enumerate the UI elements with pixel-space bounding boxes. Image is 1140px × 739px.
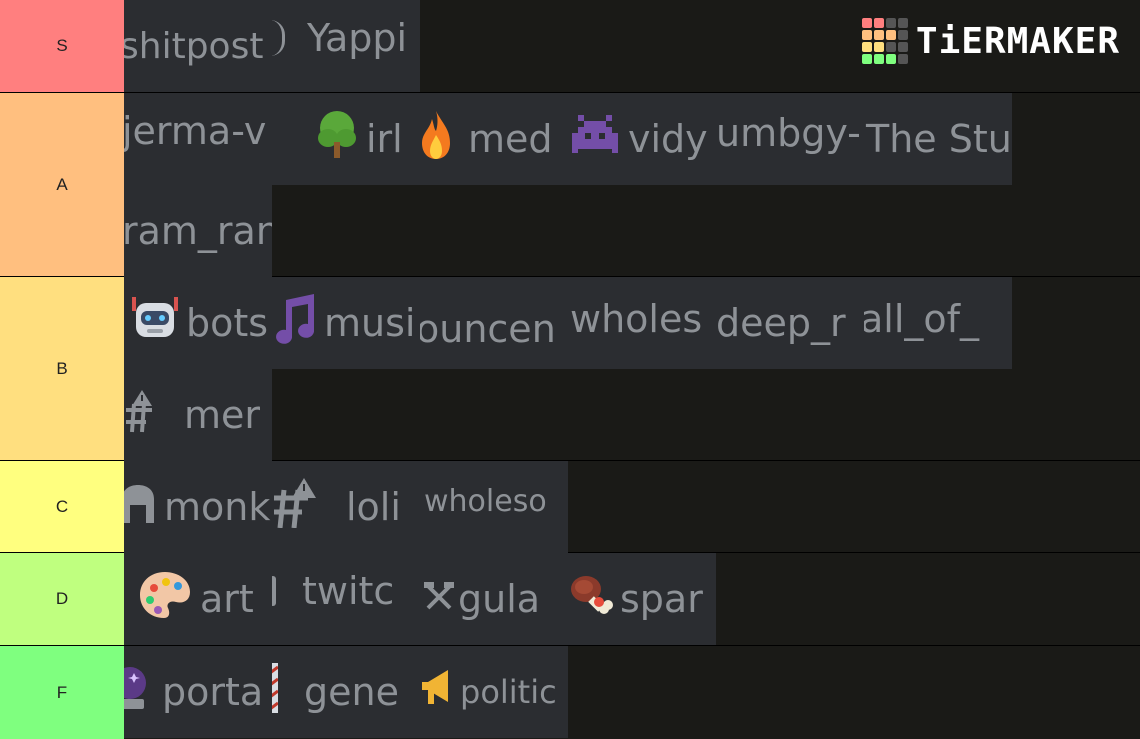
tier-item[interactable]: irl: [272, 93, 420, 185]
tier-item[interactable]: jerma-v: [124, 93, 272, 185]
item-label: all_of_: [864, 297, 980, 341]
item-label: irl: [366, 117, 403, 161]
tier-items-f: porta gene politic: [124, 646, 1140, 739]
tier-label-f[interactable]: F: [0, 646, 124, 739]
alien-monster-icon: [570, 114, 620, 164]
tier-item[interactable]: mer: [124, 369, 272, 461]
item-label: twitc: [302, 569, 395, 613]
item-label: politic: [460, 673, 557, 711]
item-label: monk: [164, 485, 271, 529]
item-label: The Stu: [866, 117, 1012, 161]
item-label: jerma-v: [124, 109, 267, 153]
tier-item[interactable]: ouncen: [420, 277, 568, 369]
item-label: gula: [458, 577, 541, 621]
item-label: porta: [162, 670, 264, 714]
item-label: ram_ran: [124, 209, 272, 253]
tier-item[interactable]: art: [124, 553, 272, 645]
music-note-icon: [274, 293, 316, 353]
item-label: umbgy-: [716, 111, 861, 155]
monkey-icon: [124, 483, 156, 532]
hashtag-warning-icon: [124, 388, 156, 443]
tier-item[interactable]: deep_r: [716, 277, 864, 369]
item-label: med: [468, 117, 553, 161]
tier-row-c: C monk loli wholeso: [0, 461, 1140, 553]
tier-label-s[interactable]: S: [0, 0, 124, 92]
tier-row-a: A jerma-v irl med vidy umbgy- The Stu ra…: [0, 93, 1140, 277]
tier-item[interactable]: bots: [124, 277, 272, 369]
item-label: vidy: [628, 117, 708, 161]
tier-item[interactable]: umbgy-: [716, 93, 864, 185]
tier-item[interactable]: shitpost: [124, 0, 272, 92]
palette-icon: [138, 570, 192, 629]
tier-label-c[interactable]: C: [0, 461, 124, 552]
item-label: art: [200, 577, 254, 621]
item-label: gene: [304, 670, 399, 714]
item-label: deep_r: [716, 301, 846, 345]
tier-items-d: art twitc gula spar: [124, 553, 1140, 645]
item-label: wholes: [570, 297, 703, 341]
tier-item[interactable]: vidy: [568, 93, 716, 185]
item-label: bots: [186, 301, 269, 345]
tree-icon: [316, 110, 358, 169]
tier-label-d[interactable]: D: [0, 553, 124, 645]
tier-items-a: jerma-v irl med vidy umbgy- The Stu ram_…: [124, 93, 1140, 277]
item-label: Yappi: [307, 16, 408, 60]
tier-item[interactable]: Yappi: [272, 0, 420, 92]
barber-pole-icon: [272, 662, 279, 722]
logo-grid-icon: [861, 18, 908, 64]
tier-item[interactable]: wholes: [568, 277, 716, 369]
tier-items-b: bots musi ouncen wholes deep_r all_of_ m…: [124, 277, 1140, 461]
tier-item[interactable]: med: [420, 93, 568, 185]
channel-icon: [272, 20, 285, 56]
tier-label-b[interactable]: B: [0, 277, 124, 460]
tier-item[interactable]: The Stu: [864, 93, 1012, 185]
meat-icon: [570, 573, 614, 626]
item-label: musi: [324, 301, 416, 345]
tier-item[interactable]: politic: [420, 646, 568, 738]
robot-icon: [132, 295, 178, 352]
item-label: mer: [184, 393, 261, 437]
item-label: loli: [346, 485, 401, 529]
tier-item[interactable]: twitc: [272, 553, 420, 645]
tier-item[interactable]: spar: [568, 553, 716, 645]
tier-row-d: D art twitc gula spar: [0, 553, 1140, 645]
logo-text: TiERMAKER: [915, 20, 1120, 62]
tier-item[interactable]: wholeso: [420, 461, 568, 553]
tier-item[interactable]: monk: [124, 461, 272, 553]
hashtag-warning-icon: [272, 477, 318, 537]
tier-item[interactable]: all_of_: [864, 277, 1012, 369]
tier-row-f: F porta gene politic: [0, 646, 1140, 739]
tier-board: S shitpost Yappi A jerma-v irl med vidy …: [0, 0, 1140, 739]
tier-items-c: monk loli wholeso: [124, 461, 1140, 553]
tier-item[interactable]: gene: [272, 646, 420, 738]
item-label: shitpost: [124, 25, 264, 67]
tier-label-a[interactable]: A: [0, 93, 124, 276]
tier-row-b: B bots musi ouncen wholes deep_r all_of_…: [0, 277, 1140, 461]
channel-icon: [272, 576, 276, 606]
tiermaker-logo[interactable]: TiERMAKER: [861, 18, 1120, 64]
crystal-ball-icon: [124, 665, 148, 720]
tier-item[interactable]: porta: [124, 646, 272, 738]
item-label: ouncen: [420, 307, 556, 351]
tier-item[interactable]: musi: [272, 277, 420, 369]
megaphone-icon: [420, 668, 454, 716]
tier-item[interactable]: gula: [420, 553, 568, 645]
tier-item[interactable]: loli: [272, 461, 420, 553]
fire-icon: [420, 109, 452, 170]
tier-item[interactable]: ram_ran: [124, 185, 272, 277]
item-label: spar: [620, 577, 703, 621]
hammer-pick-icon: [424, 577, 454, 621]
item-label: wholeso: [424, 483, 547, 519]
